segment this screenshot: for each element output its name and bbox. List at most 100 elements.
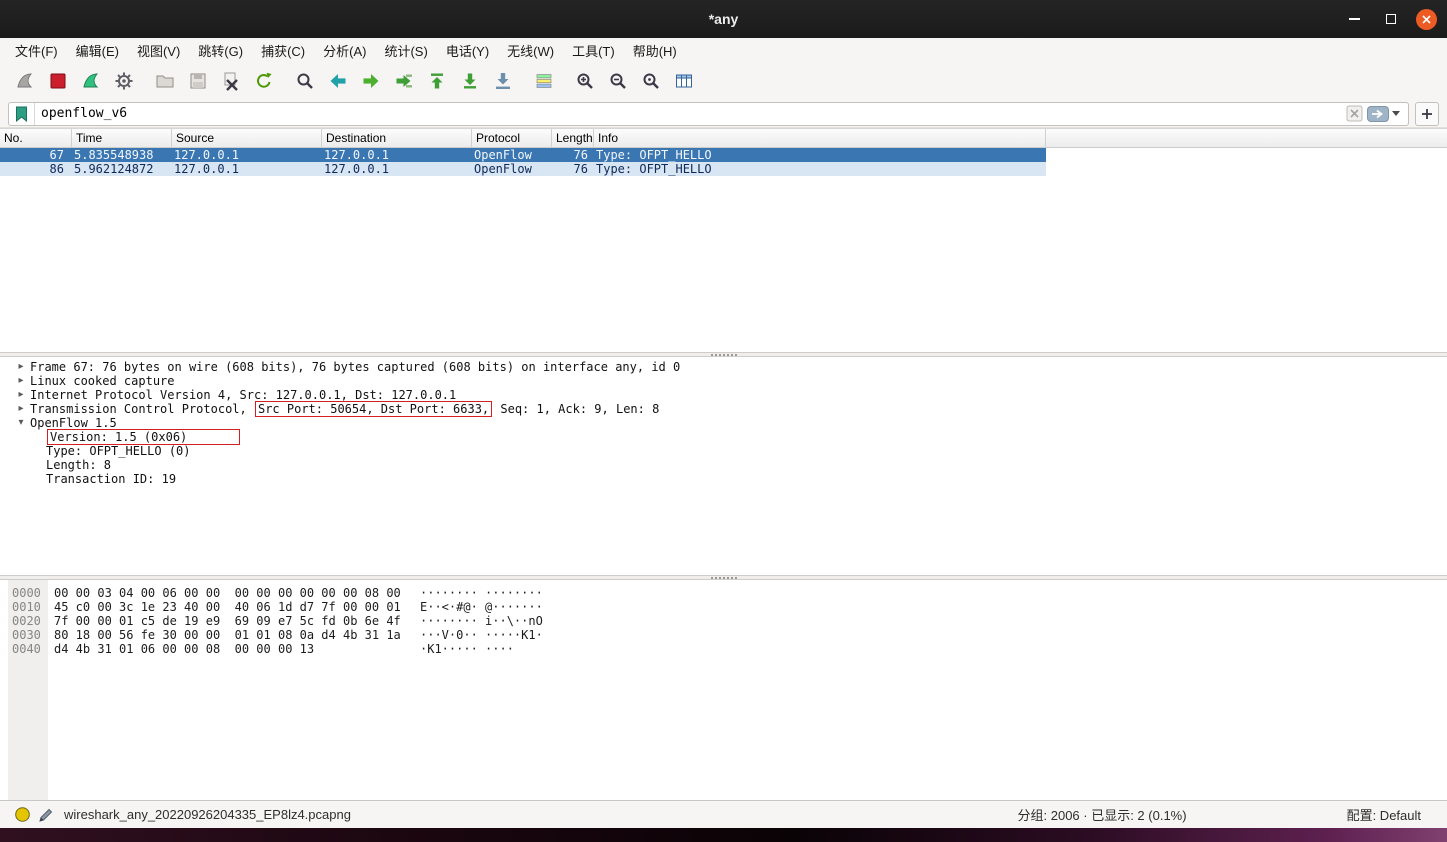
column-header-info[interactable]: Info	[594, 129, 1046, 147]
menu-capture[interactable]: 捕获(C)	[252, 38, 314, 62]
hex-row[interactable]: 0000 00 00 03 04 00 06 00 00 00 00 00 00…	[0, 586, 1447, 600]
cell-no: 67	[49, 148, 64, 162]
packet-bytes-pane: 0000 00 00 03 04 00 06 00 00 00 00 00 00…	[0, 580, 1447, 800]
zoom-out-button[interactable]	[601, 66, 634, 96]
menu-file[interactable]: 文件(F)	[6, 38, 67, 62]
profile-selector[interactable]: 配置: Default	[1347, 805, 1421, 824]
filter-clear-button[interactable]	[1342, 105, 1366, 122]
reload-file-button[interactable]	[247, 66, 280, 96]
hex-bytes[interactable]: 80 18 00 56 fe 30 00 00 01 01 08 0a d4 4…	[54, 628, 420, 642]
detail-tcp[interactable]: Transmission Control Protocol, Src Port:…	[0, 401, 1447, 417]
hex-ascii[interactable]: ········ ········	[420, 586, 543, 600]
gear-icon	[115, 72, 132, 90]
detail-openflow-length[interactable]: Length: 8	[0, 458, 1447, 472]
menu-tools[interactable]: 工具(T)	[563, 38, 624, 62]
menu-analyze[interactable]: 分析(A)	[314, 38, 375, 62]
display-filter-field[interactable]	[8, 101, 1409, 126]
expert-info-icon	[14, 807, 30, 822]
annotation-box-version: Version: 1.5 (0x06)	[47, 429, 241, 445]
detail-openflow[interactable]: OpenFlow 1.5	[0, 416, 1447, 430]
menu-help[interactable]: 帮助(H)	[624, 38, 686, 62]
cell-time: 5.962124872	[74, 162, 154, 176]
expander-collapsed-icon[interactable]	[12, 360, 30, 374]
hex-bytes[interactable]: 45 c0 00 3c 1e 23 40 00 40 06 1d d7 7f 0…	[54, 600, 420, 614]
expander-collapsed-icon[interactable]	[12, 388, 30, 402]
expert-info-button[interactable]	[10, 806, 34, 823]
hex-bytes[interactable]: d4 4b 31 01 06 00 00 08 00 00 00 13	[54, 642, 420, 656]
filter-bar	[0, 100, 1447, 128]
filter-add-button[interactable]	[1415, 101, 1439, 126]
cell-destination: 127.0.0.1	[324, 148, 390, 162]
stop-capture-icon	[50, 73, 65, 89]
hex-ascii[interactable]: ·K1····· ····	[420, 642, 514, 656]
hex-ascii[interactable]: ···V·0·· ·····K1·	[420, 628, 543, 642]
hex-bytes[interactable]: 00 00 03 04 00 06 00 00 00 00 00 00 00 0…	[54, 586, 420, 600]
detail-openflow-version[interactable]: Version: 1.5 (0x06)	[0, 429, 1447, 445]
start-capture-button[interactable]	[8, 66, 41, 96]
close-file-button[interactable]	[214, 66, 247, 96]
hex-bytes[interactable]: 7f 00 00 01 c5 de 19 e9 69 09 e7 5c fd 0…	[54, 614, 420, 628]
expander-collapsed-icon[interactable]	[12, 374, 30, 388]
auto-scroll-button[interactable]	[486, 66, 519, 96]
detail-frame[interactable]: Frame 67: 76 bytes on wire (608 bits), 7…	[0, 360, 1447, 374]
menu-statistics[interactable]: 统计(S)	[375, 38, 436, 62]
detail-openflow-type[interactable]: Type: OFPT_HELLO (0)	[0, 444, 1447, 458]
maximize-button[interactable]	[1379, 7, 1403, 31]
menu-go[interactable]: 跳转(G)	[189, 38, 252, 62]
find-packet-button[interactable]	[288, 66, 321, 96]
column-header-length[interactable]: Length	[552, 129, 594, 147]
menu-telephony[interactable]: 电话(Y)	[437, 38, 498, 62]
column-header-no[interactable]: No.	[0, 129, 72, 147]
save-file-button[interactable]	[181, 66, 214, 96]
minimize-button[interactable]	[1342, 7, 1366, 31]
packet-details-pane: Frame 67: 76 bytes on wire (608 bits), 7…	[0, 357, 1447, 575]
expander-expanded-icon[interactable]	[12, 416, 30, 430]
packet-row[interactable]: 67 5.835548938 127.0.0.1 127.0.0.1 OpenF…	[0, 148, 1046, 162]
stop-capture-button[interactable]	[41, 66, 74, 96]
column-header-time[interactable]: Time	[72, 129, 172, 147]
packet-row[interactable]: 86 5.962124872 127.0.0.1 127.0.0.1 OpenF…	[0, 162, 1046, 176]
hex-row[interactable]: 0040 d4 4b 31 01 06 00 00 08 00 00 00 13…	[0, 642, 1447, 656]
detail-openflow-xid[interactable]: Transaction ID: 19	[0, 472, 1447, 486]
restart-capture-button[interactable]	[74, 66, 107, 96]
hex-ascii[interactable]: E··<·#@· @·······	[420, 600, 543, 614]
column-header-protocol[interactable]: Protocol	[472, 129, 552, 147]
go-first-packet-button[interactable]	[420, 66, 453, 96]
pencil-icon	[39, 808, 53, 822]
detail-ipv4[interactable]: Internet Protocol Version 4, Src: 127.0.…	[0, 388, 1447, 402]
colorize-packets-button[interactable]	[527, 66, 560, 96]
detail-linux-cooked[interactable]: Linux cooked capture	[0, 374, 1447, 388]
go-back-button[interactable]	[321, 66, 354, 96]
cell-time: 5.835548938	[74, 148, 154, 162]
detail-text: Internet Protocol Version 4, Src: 127.0.…	[30, 388, 457, 402]
zoom-original-button[interactable]	[634, 66, 667, 96]
cell-info: Type: OFPT_HELLO	[596, 148, 712, 162]
splitter-handle-icon	[710, 353, 737, 356]
close-button[interactable]	[1416, 8, 1437, 30]
hex-ascii[interactable]: ········ i··\··nO	[420, 614, 543, 628]
menu-view[interactable]: 视图(V)	[128, 38, 189, 62]
desktop-background	[0, 828, 1447, 842]
menu-edit[interactable]: 编辑(E)	[67, 38, 128, 62]
hex-row[interactable]: 0020 7f 00 00 01 c5 de 19 e9 69 09 e7 5c…	[0, 614, 1447, 628]
reload-icon	[256, 72, 272, 88]
zoom-in-button[interactable]	[568, 66, 601, 96]
filter-bookmark-button[interactable]	[9, 102, 35, 125]
hex-row[interactable]: 0030 80 18 00 56 fe 30 00 00 01 01 08 0a…	[0, 628, 1447, 642]
menu-wireless[interactable]: 无线(W)	[498, 38, 563, 62]
open-file-button[interactable]	[148, 66, 181, 96]
resize-columns-button[interactable]	[667, 66, 700, 96]
filter-apply-button[interactable]	[1366, 105, 1390, 122]
arrow-up-bar-icon	[430, 73, 443, 89]
column-header-source[interactable]: Source	[172, 129, 322, 147]
capture-options-button[interactable]	[107, 66, 140, 96]
go-forward-button[interactable]	[354, 66, 387, 96]
hex-row[interactable]: 0010 45 c0 00 3c 1e 23 40 00 40 06 1d d7…	[0, 600, 1447, 614]
expander-collapsed-icon[interactable]	[12, 402, 30, 416]
column-header-destination[interactable]: Destination	[322, 129, 472, 147]
go-to-packet-button[interactable]	[387, 66, 420, 96]
go-last-packet-button[interactable]	[453, 66, 486, 96]
capture-comment-button[interactable]	[34, 807, 58, 823]
filter-dropdown-caret[interactable]	[1392, 111, 1400, 116]
filter-input[interactable]	[35, 106, 1342, 121]
